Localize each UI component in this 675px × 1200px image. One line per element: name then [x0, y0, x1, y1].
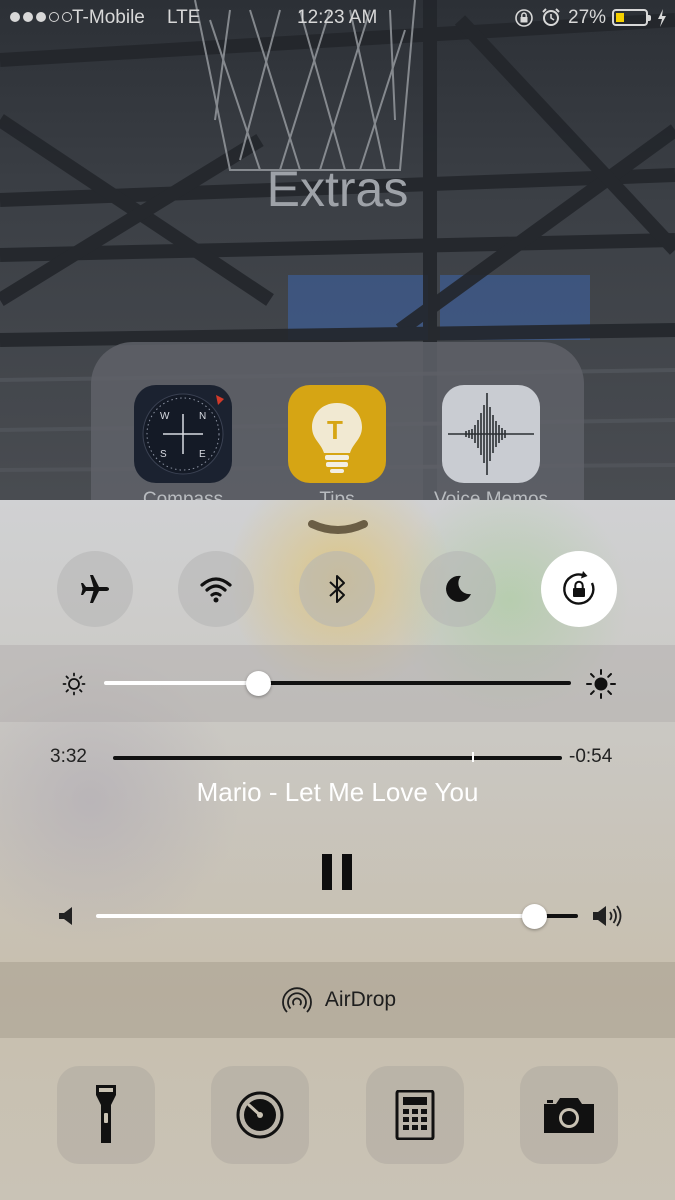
camera-button[interactable]	[520, 1066, 618, 1164]
signal-strength-icon	[10, 12, 72, 22]
playback-position-marker[interactable]	[472, 752, 475, 762]
timer-icon	[236, 1091, 284, 1139]
brightness-section	[0, 645, 675, 722]
calculator-icon	[395, 1090, 435, 1140]
network-type: LTE	[167, 7, 201, 28]
compass-icon: W N S E	[134, 385, 232, 483]
dismiss-handle-chevron-icon[interactable]	[308, 518, 368, 538]
tips-lightbulb-icon: T	[288, 385, 386, 483]
battery-percentage: 27%	[568, 7, 607, 28]
pause-button[interactable]	[322, 854, 354, 890]
alarm-status-icon	[542, 8, 560, 26]
rotation-lock-toggle[interactable]	[541, 551, 617, 627]
rotation-lock-icon	[563, 571, 595, 605]
volume-low-icon	[59, 907, 72, 925]
pause-icon	[322, 854, 352, 890]
svg-text:E: E	[199, 449, 206, 460]
airplane-mode-toggle[interactable]	[57, 551, 133, 627]
app-tips[interactable]: T Tips	[288, 385, 386, 511]
svg-text:N: N	[199, 411, 206, 422]
voice-memos-waveform-icon	[442, 385, 540, 483]
airdrop-label: AirDrop	[324, 988, 397, 1011]
bluetooth-icon	[329, 575, 345, 603]
airdrop-button[interactable]: AirDrop	[0, 962, 675, 1038]
volume-high-icon	[593, 905, 622, 927]
brightness-slider-thumb[interactable]	[245, 671, 271, 696]
do-not-disturb-toggle[interactable]	[420, 551, 496, 627]
moon-icon	[446, 575, 471, 602]
app-voice-memos[interactable]: Voice Memos	[434, 385, 548, 511]
battery-icon	[612, 9, 651, 26]
airplane-icon	[81, 575, 109, 603]
song-title[interactable]: Mario - Let Me Love You	[0, 777, 675, 808]
flashlight-button[interactable]	[57, 1066, 155, 1164]
brightness-high-icon	[586, 669, 616, 699]
app-compass[interactable]: W N S E Compass	[134, 385, 232, 511]
volume-slider-thumb[interactable]	[522, 904, 548, 929]
status-bar: T-Mobile LTE 12:23 AM 27%	[0, 0, 675, 36]
calculator-button[interactable]	[366, 1066, 464, 1164]
svg-text:T: T	[327, 415, 343, 445]
charging-bolt-icon	[658, 9, 666, 27]
control-center: 3:32 -0:54 Mario - Let Me Love You AirDr…	[0, 500, 675, 1200]
timer-button[interactable]	[211, 1066, 309, 1164]
airdrop-icon	[282, 987, 312, 1013]
elapsed-time: 3:32	[50, 746, 87, 767]
wifi-toggle[interactable]	[178, 551, 254, 627]
camera-icon	[544, 1098, 594, 1133]
clock-time: 12:23 AM	[297, 7, 378, 28]
remaining-time: -0:54	[569, 746, 613, 767]
folder-extras[interactable]: W N S E Compass T Tips	[91, 342, 584, 520]
folder-title: Extras	[266, 161, 409, 217]
carrier-name: T-Mobile	[72, 7, 145, 28]
home-screen-background: T-Mobile LTE 12:23 AM 27% Extras W N S E…	[0, 0, 675, 520]
flashlight-icon	[96, 1085, 116, 1143]
brightness-low-icon	[62, 672, 86, 696]
orientation-lock-status-icon	[515, 9, 533, 27]
svg-text:S: S	[160, 449, 167, 460]
svg-text:W: W	[160, 411, 170, 422]
bluetooth-toggle[interactable]	[299, 551, 375, 627]
wifi-icon	[200, 577, 232, 603]
